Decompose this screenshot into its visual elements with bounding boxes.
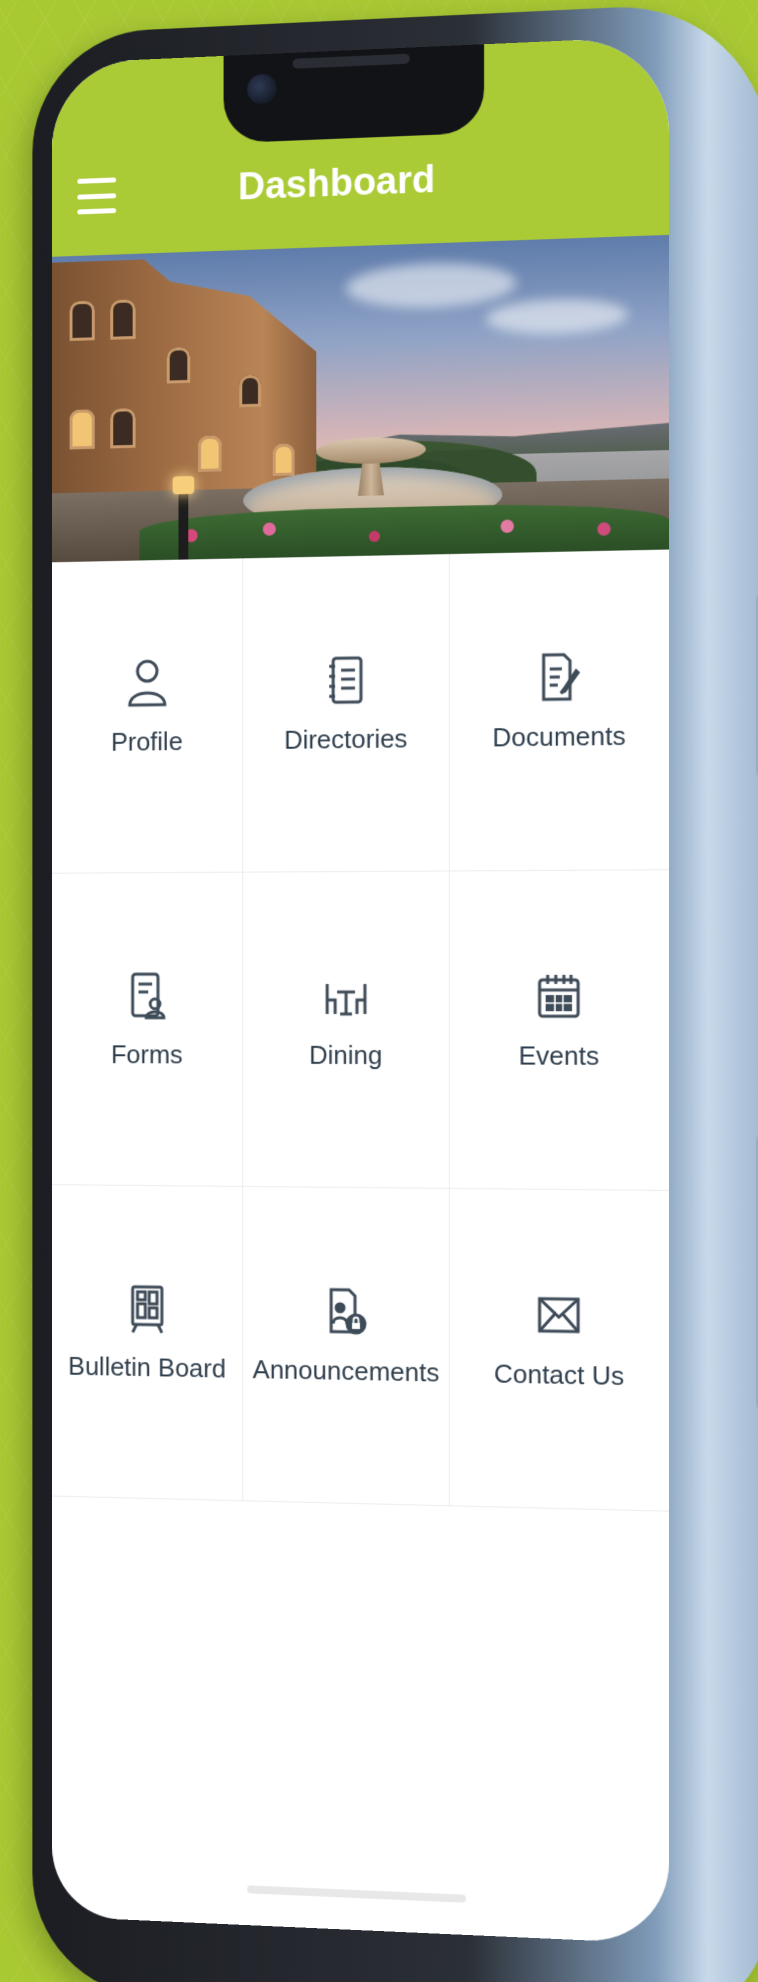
tile-label: Documents: [488, 718, 629, 754]
tile-label: Contact Us: [490, 1356, 629, 1393]
hero-image: [52, 235, 669, 562]
form-user-icon: [124, 970, 169, 1022]
earpiece-speaker: [293, 54, 410, 69]
tile-bulletin-board[interactable]: Bulletin Board: [52, 1185, 243, 1501]
lamp-post: [179, 490, 189, 560]
tile-contact-us[interactable]: Contact Us: [450, 1189, 669, 1512]
tile-label: Directories: [280, 721, 411, 757]
tile-events[interactable]: Events: [450, 870, 669, 1191]
dashboard-grid: Profile Directories Documents Forms Dini…: [52, 550, 669, 1512]
user-icon: [124, 657, 169, 709]
phone-notch: [224, 44, 485, 143]
tile-documents[interactable]: Documents: [450, 550, 669, 872]
envelope-icon: [536, 1289, 583, 1342]
home-indicator[interactable]: [247, 1885, 466, 1902]
tile-label: Announcements: [249, 1352, 444, 1390]
tile-label: Forms: [107, 1037, 187, 1071]
tile-directories[interactable]: Directories: [243, 554, 450, 873]
directory-book-icon: [323, 654, 369, 707]
tile-dining[interactable]: Dining: [243, 871, 450, 1188]
calendar-icon: [536, 970, 583, 1023]
front-camera: [247, 73, 277, 104]
dining-table-icon: [323, 970, 369, 1022]
hamburger-menu-icon[interactable]: [77, 177, 116, 214]
tile-label: Profile: [107, 724, 187, 759]
tile-profile[interactable]: Profile: [52, 558, 243, 873]
app-screen: Dashboard Profile Directories Documents …: [52, 36, 669, 1944]
tile-label: Bulletin Board: [64, 1349, 230, 1386]
tile-announcements[interactable]: Announcements: [243, 1187, 450, 1506]
bulletin-board-icon: [124, 1283, 169, 1335]
tile-forms[interactable]: Forms: [52, 873, 243, 1187]
announcement-lock-icon: [323, 1286, 369, 1339]
tile-label: Dining: [305, 1038, 386, 1072]
page-title: Dashboard: [218, 158, 456, 210]
tile-label: Events: [515, 1038, 604, 1073]
document-edit-icon: [536, 650, 583, 703]
